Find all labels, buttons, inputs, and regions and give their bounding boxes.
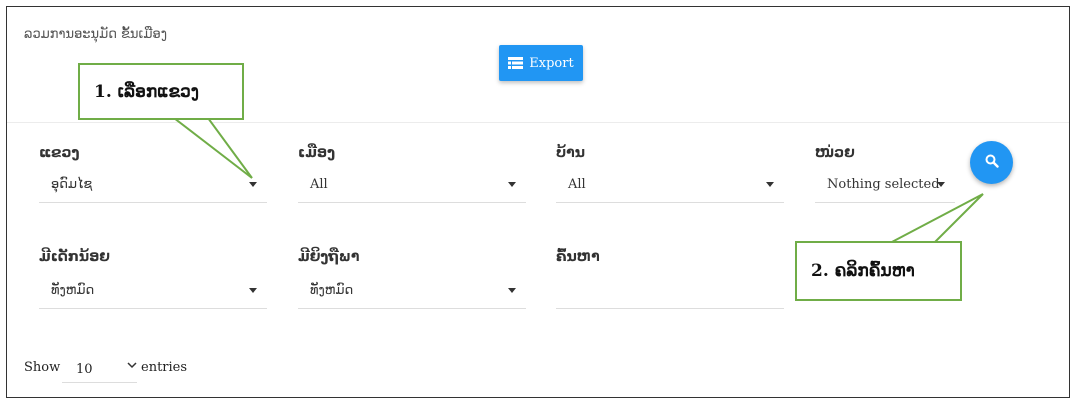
page-title: ລວມການອະນຸມັດ ຂັ້ນເມືອງ [24, 27, 167, 42]
pregnant-select-value: ທັງຫມົດ [310, 283, 354, 298]
pregnant-select[interactable]: ທັງຫມົດ [298, 273, 526, 309]
divider [7, 122, 1069, 123]
table-icon [508, 57, 524, 69]
district-select-value: All [310, 177, 328, 192]
search-button[interactable] [970, 141, 1013, 184]
search-input[interactable] [556, 273, 784, 309]
callout-step-1-text: 1. ເລືອກແຂວງ [94, 81, 199, 102]
province-select-value: ອຸດົມໄຊ [51, 177, 93, 192]
child-label: ມີເດັກນ້ອຍ [39, 249, 110, 265]
caret-down-icon [937, 182, 945, 187]
caret-down-icon [508, 288, 516, 293]
callout-step-1: 1. ເລືອກແຂວງ [78, 63, 244, 120]
entries-length-value: 10 [76, 362, 93, 377]
search-icon [985, 153, 999, 172]
entries-length-select[interactable]: 10 [62, 355, 137, 383]
pregnant-label: ມີຍິງຖືພາ [298, 249, 360, 265]
child-select-value: ທັງຫມົດ [51, 283, 95, 298]
village-select[interactable]: All [556, 167, 784, 203]
unit-label: ໜ່ວຍ [815, 145, 855, 161]
export-button[interactable]: Export [499, 45, 583, 81]
show-label: Show [24, 360, 61, 375]
unit-select-value: Nothing selected [827, 177, 940, 192]
unit-select[interactable]: Nothing selected [815, 167, 955, 203]
caret-down-icon [249, 288, 257, 293]
province-select[interactable]: ອຸດົມໄຊ [39, 167, 267, 203]
search-label: ຄົ້ນຫາ [556, 249, 600, 265]
child-select[interactable]: ທັງຫມົດ [39, 273, 267, 309]
district-select[interactable]: All [298, 167, 526, 203]
entries-label: entries [141, 360, 188, 375]
village-label: ບ້ານ [556, 145, 585, 161]
chevron-down-icon [127, 359, 137, 373]
callout-step-2-text: 2. ຄລິກຄົ້ນຫາ [811, 261, 915, 281]
province-label: ແຂວງ [39, 145, 80, 161]
caret-down-icon [766, 182, 774, 187]
export-button-label: Export [529, 55, 574, 71]
caret-down-icon [508, 182, 516, 187]
village-select-value: All [568, 177, 586, 192]
callout-step-2: 2. ຄລິກຄົ້ນຫາ [795, 241, 962, 301]
district-label: ເມືອງ [298, 145, 336, 161]
caret-down-icon [249, 182, 257, 187]
